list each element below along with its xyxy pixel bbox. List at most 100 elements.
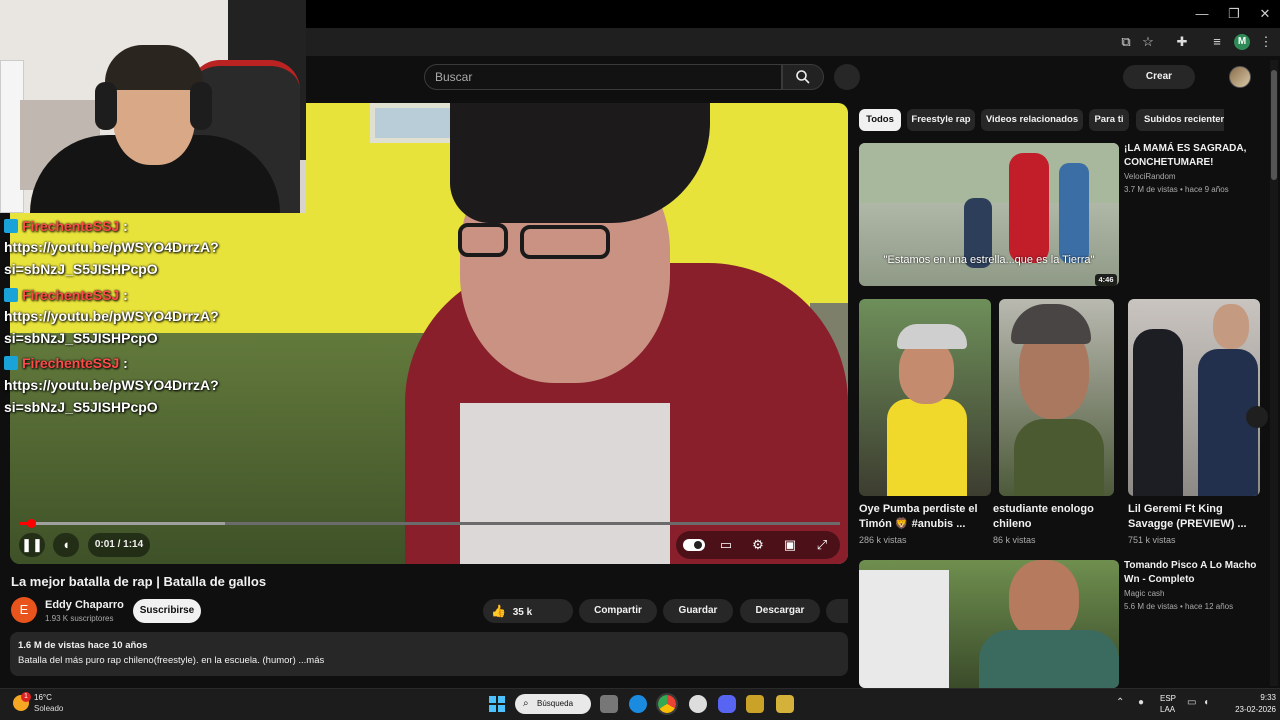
recommended-channel[interactable]: Magic cash — [1124, 587, 1264, 600]
short-thumbnail[interactable] — [859, 299, 991, 496]
chat-message: https://youtu.be/pWSYO4DrrzA? — [4, 377, 219, 393]
short-views: 751 k vistas — [1128, 535, 1176, 545]
chat-message: si=sbNzJ_S5JISHPcpO — [4, 261, 158, 277]
channel-avatar[interactable]: E — [11, 597, 37, 623]
theater-mode-icon[interactable]: ▣ — [777, 533, 803, 557]
webcam-headphone — [95, 82, 117, 130]
settings-gear-icon[interactable]: ⚙ — [745, 533, 771, 557]
shorts-next-arrow[interactable] — [1246, 406, 1268, 428]
recommended-title[interactable]: Tomando Pisco A Lo Macho Wn - Completo — [1124, 559, 1264, 587]
bookmark-star-icon[interactable]: ☆ — [1139, 33, 1157, 51]
short-title[interactable]: Oye Pumba perdiste el Timón 🦁 #anubis ..… — [859, 502, 991, 532]
video-frame-glasses — [458, 223, 508, 257]
video-thumbnail[interactable]: "Estamos en una estrella...que es la Tie… — [859, 143, 1119, 286]
notification-badge: 1 — [21, 692, 31, 702]
network-icon[interactable]: ▭ — [1187, 697, 1196, 708]
description-text: Batalla del más puro rap chileno(freesty… — [18, 655, 325, 666]
extensions-icon[interactable]: ✚ — [1173, 33, 1191, 51]
windows-start-icon[interactable] — [489, 696, 505, 712]
volume-button[interactable]: ◖ — [53, 533, 79, 557]
minimize-button[interactable]: — — [1187, 4, 1217, 24]
tray-overflow-icon[interactable]: ⌃ — [1116, 697, 1124, 708]
short-title[interactable]: Lil Geremi Ft King Savagge (PREVIEW) ... — [1128, 502, 1262, 532]
streamer-webcam — [0, 0, 306, 213]
create-button[interactable]: Crear — [1123, 65, 1195, 89]
save-button[interactable]: Guardar — [663, 599, 733, 623]
edge-browser-icon[interactable] — [629, 695, 647, 713]
keyboard-language[interactable]: ESP — [1160, 694, 1176, 703]
short-thumbnail[interactable] — [1128, 299, 1260, 496]
video-frame-shirt — [460, 403, 670, 564]
short-views: 286 k vistas — [859, 535, 907, 545]
game-launcher-icon[interactable] — [746, 695, 764, 713]
chip-freestyle-rap[interactable]: Freestyle rap — [907, 109, 975, 131]
chat-message: si=sbNzJ_S5JISHPcpO — [4, 330, 158, 346]
maximize-button[interactable]: ❐ — [1219, 4, 1249, 24]
description-box[interactable]: 1.6 M de vistas hace 10 años Batalla del… — [10, 632, 848, 676]
weather-description[interactable]: Soleado — [34, 704, 63, 713]
chrome-browser-icon[interactable] — [656, 693, 678, 715]
weather-temperature[interactable]: 16°C — [34, 693, 52, 702]
short-views: 86 k vistas — [993, 535, 1036, 545]
channel-name[interactable]: Eddy Chaparro — [45, 599, 124, 611]
recommended-channel[interactable]: VelociRandom — [1124, 170, 1264, 183]
chat-message: https://youtu.be/pWSYO4DrrzA? — [4, 239, 219, 255]
chip-subidos-recientemente[interactable]: Subidos recientemente — [1136, 109, 1224, 131]
autoplay-toggle[interactable] — [683, 539, 705, 551]
duration-badge: 4:46 — [1095, 274, 1117, 286]
taskbar-search[interactable]: ⌕ Búsqueda — [515, 694, 591, 714]
search-input[interactable]: Buscar — [424, 64, 782, 90]
voice-search-button[interactable] — [834, 64, 860, 90]
chip-para-ti[interactable]: Para ti — [1089, 109, 1129, 131]
subscriber-count: 1.93 K suscriptores — [45, 614, 114, 623]
game-launcher-icon[interactable] — [776, 695, 794, 713]
cast-icon[interactable]: ⧉ — [1117, 33, 1135, 51]
short-thumbnail[interactable] — [999, 299, 1114, 496]
chat-username: FirechenteSSJ : — [4, 216, 264, 236]
media-controls-icon[interactable]: ≡ — [1208, 33, 1226, 51]
search-icon — [796, 70, 810, 84]
thumbs-up-icon: 👍 — [491, 604, 506, 618]
chat-username: FirechenteSSJ : — [4, 285, 264, 305]
task-view-icon[interactable] — [600, 695, 618, 713]
chip-todos[interactable]: Todos — [859, 109, 901, 131]
short-title[interactable]: estudiante enologo chileno — [993, 502, 1119, 532]
browser-profile-avatar[interactable]: M — [1234, 34, 1250, 50]
recommended-title[interactable]: ¡LA MAMÁ ES SAGRADA, CONCHETUMARE! — [1124, 142, 1264, 170]
chat-badge-icon — [4, 219, 18, 233]
close-window-button[interactable]: ✕ — [1250, 4, 1280, 24]
clock-date[interactable]: 23-02-2026 — [1220, 705, 1276, 714]
chat-badge-icon — [4, 288, 18, 302]
microphone-icon[interactable]: ● — [1138, 697, 1144, 708]
subtitles-icon[interactable]: ▭ — [713, 533, 739, 557]
chip-videos-relacionados[interactable]: Videos relacionados — [981, 109, 1083, 131]
description-meta: 1.6 M de vistas hace 10 años — [18, 640, 148, 651]
clock-time[interactable]: 9:33 — [1244, 693, 1276, 702]
chat-message: https://youtu.be/pWSYO4DrrzA? — [4, 308, 219, 324]
discord-icon[interactable] — [718, 695, 736, 713]
more-actions-button[interactable] — [826, 599, 848, 623]
app-icon[interactable] — [689, 695, 707, 713]
video-title: La mejor batalla de rap | Batalla de gal… — [11, 574, 267, 589]
browser-menu-icon[interactable]: ⋮ — [1257, 33, 1275, 51]
time-display: 0:01 / 1:14 — [88, 533, 150, 557]
subscribe-button[interactable]: Suscribirse — [133, 599, 201, 623]
fullscreen-icon[interactable]: ⤢ — [809, 533, 835, 557]
video-frame-glasses — [520, 225, 610, 259]
progress-scrubber[interactable] — [27, 519, 36, 528]
search-button[interactable] — [782, 64, 824, 90]
video-thumbnail[interactable] — [859, 560, 1119, 688]
volume-icon[interactable]: ◖ — [1203, 697, 1209, 708]
keyboard-layout[interactable]: LAA — [1160, 705, 1175, 714]
recommended-meta: 5.6 M de vistas • hace 12 años — [1124, 602, 1234, 611]
pause-icon: ❚❚ — [21, 537, 43, 552]
like-button[interactable]: 👍 35 k — [483, 599, 573, 623]
download-button[interactable]: Descargar — [740, 599, 820, 623]
pause-button[interactable]: ❚❚ — [19, 533, 45, 557]
search-icon: ⌕ — [523, 698, 529, 709]
share-button[interactable]: Compartir — [579, 599, 657, 623]
scrollbar-thumb[interactable] — [1271, 70, 1277, 180]
chat-username: FirechenteSSJ : — [4, 353, 264, 373]
webcam-streamer-hair — [105, 45, 203, 90]
account-avatar[interactable] — [1229, 66, 1251, 88]
